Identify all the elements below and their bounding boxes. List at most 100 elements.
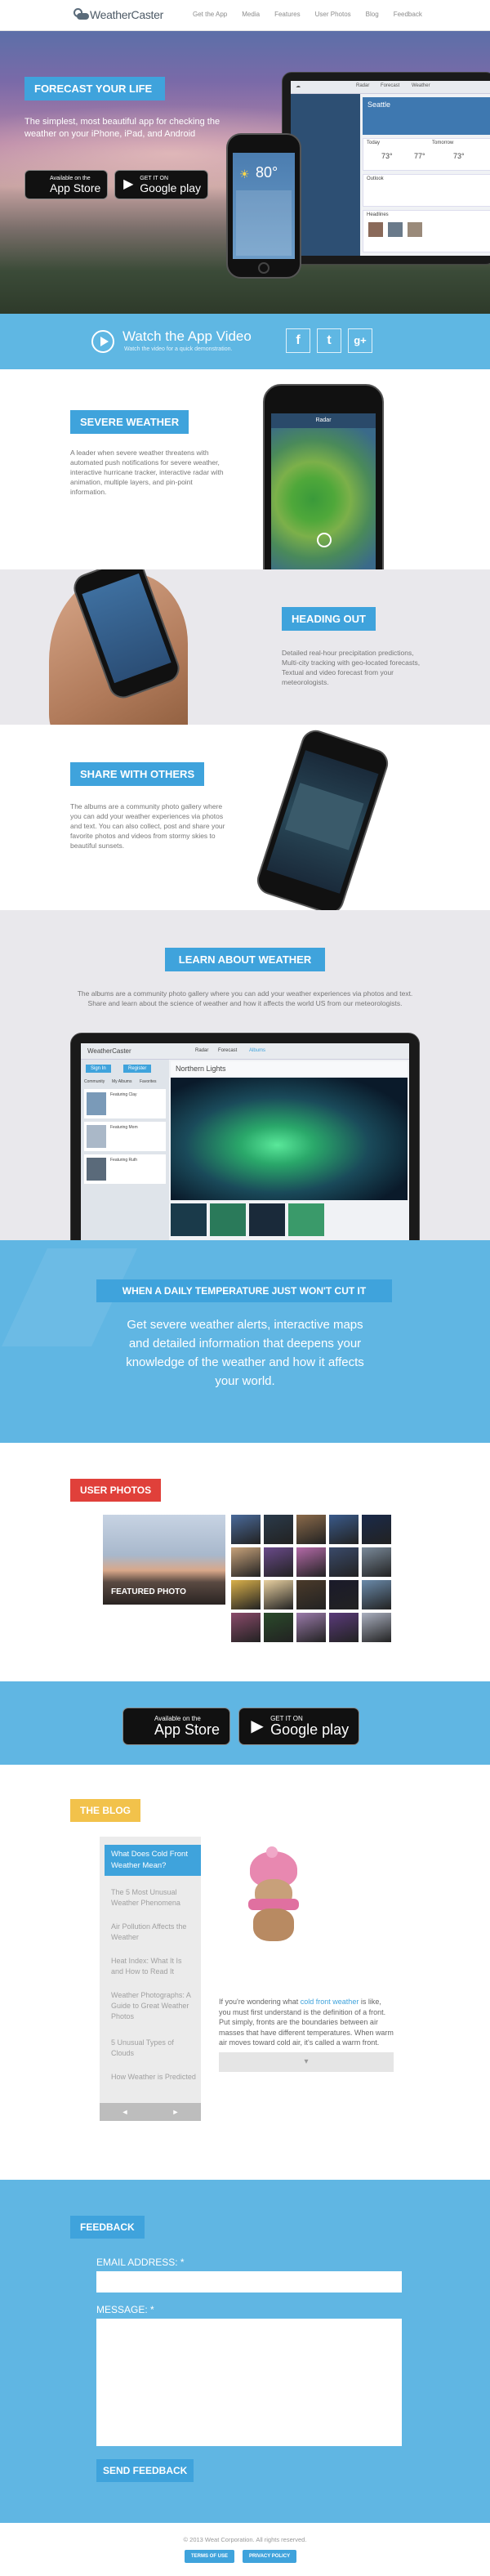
- filter-favorites[interactable]: Favorites: [140, 1079, 157, 1084]
- nav-link-media[interactable]: Media: [242, 11, 260, 18]
- logo[interactable]: WeatherCaster: [72, 7, 163, 23]
- severe-phone-screen: Radar: [271, 413, 376, 569]
- app-store-button-large[interactable]: Available on the App Store: [122, 1708, 231, 1745]
- severe-phone-mockup: Radar: [263, 384, 384, 569]
- photo-thumbnail[interactable]: [296, 1547, 326, 1577]
- blog-post-item[interactable]: Heat Index: What It Is and How to Read I…: [111, 1956, 196, 1977]
- photo-thumbnail[interactable]: [296, 1580, 326, 1609]
- album-thumb[interactable]: [171, 1203, 207, 1236]
- message-field[interactable]: [96, 2319, 402, 2446]
- nav-link-features[interactable]: Features: [274, 11, 301, 18]
- share-phone-screen: [266, 750, 379, 894]
- photo-thumbnail-grid: [231, 1515, 391, 1642]
- photo-thumbnail[interactable]: [362, 1547, 391, 1577]
- twitter-icon[interactable]: t: [317, 328, 341, 353]
- video-subtitle: Watch the video for a quick demonstratio…: [124, 346, 233, 352]
- learn-tablet-mockup: WeatherCaster Radar Forecast Albums Sign…: [70, 1033, 420, 1240]
- logo-sun-cloud-icon: [72, 7, 90, 23]
- aurora-photo[interactable]: [171, 1078, 408, 1200]
- album-list-item[interactable]: Featuring Clay: [84, 1089, 166, 1118]
- top-nav: WeatherCaster Get the App Media Features…: [0, 0, 490, 31]
- photo-thumbnail[interactable]: [362, 1580, 391, 1609]
- album-list-item[interactable]: Featuring Ruth: [84, 1154, 166, 1184]
- prev-arrow-icon[interactable]: ◄: [122, 2108, 129, 2116]
- blog-post-item[interactable]: The 5 Most Unusual Weather Phenomena: [111, 1887, 196, 1909]
- tablet-tab-forecast[interactable]: Forecast: [381, 83, 399, 88]
- nav-link-get-the-app[interactable]: Get the App: [193, 11, 227, 18]
- page: WeatherCaster Get the App Media Features…: [0, 0, 490, 2576]
- privacy-policy-button[interactable]: PRIVACY POLICY: [243, 2550, 297, 2563]
- photo-thumbnail[interactable]: [329, 1515, 359, 1544]
- photo-thumbnail[interactable]: [329, 1547, 359, 1577]
- next-arrow-icon[interactable]: ►: [172, 2108, 180, 2116]
- photo-thumbnail[interactable]: [231, 1613, 261, 1642]
- footer-links: TERMS OF USE PRIVACY POLICY: [185, 2550, 297, 2563]
- photo-thumbnail[interactable]: [264, 1613, 293, 1642]
- featured-photo[interactable]: FEATURED PHOTO: [103, 1515, 225, 1605]
- photo-thumbnail[interactable]: [264, 1547, 293, 1577]
- logo-text: WeatherCaster: [90, 8, 163, 21]
- photo-thumbnail[interactable]: [231, 1547, 261, 1577]
- email-field[interactable]: [96, 2271, 402, 2293]
- share-phone-mockup: [253, 726, 392, 910]
- album-sidebar: Sign In Register Community My Albums Fav…: [81, 1060, 169, 1240]
- blog-expand-button[interactable]: ▾: [219, 2052, 394, 2072]
- photo-thumbnail[interactable]: [264, 1580, 293, 1609]
- album-list-item[interactable]: Featuring Mom: [84, 1122, 166, 1151]
- learn-tab-forecast[interactable]: Forecast: [218, 1048, 237, 1053]
- blog-post-active[interactable]: What Does Cold Front Weather Mean?: [105, 1845, 201, 1876]
- nav-link-user-photos[interactable]: User Photos: [315, 11, 351, 18]
- tablet-city-card: Seattle: [363, 97, 490, 135]
- app-store-button[interactable]: Available on the App Store: [24, 170, 109, 199]
- photo-thumbnail[interactable]: [264, 1515, 293, 1544]
- facebook-icon[interactable]: f: [286, 328, 310, 353]
- photo-thumbnail[interactable]: [296, 1613, 326, 1642]
- photo-thumbnail[interactable]: [231, 1515, 261, 1544]
- learn-tab-albums[interactable]: Albums: [249, 1048, 265, 1053]
- nav-link-blog[interactable]: Blog: [366, 11, 379, 18]
- severe-weather-title: SEVERE WEATHER: [70, 410, 189, 434]
- photo-thumbnail[interactable]: [296, 1515, 326, 1544]
- blog-post-item[interactable]: Air Pollution Affects the Weather: [111, 1922, 196, 1943]
- copyright-text: © 2013 Weat Corporation. All rights rese…: [183, 2536, 307, 2543]
- google-play-icon: ▶: [251, 1717, 264, 1735]
- photo-thumbnail[interactable]: [362, 1613, 391, 1642]
- blog-post-item[interactable]: Weather Photographs: A Guide to Great We…: [111, 1990, 196, 2022]
- heading-out-section: HEADING OUT Detailed real-hour precipita…: [0, 569, 490, 725]
- hero-phone-screen: ☀ 80°: [233, 153, 295, 259]
- register-button[interactable]: Register: [123, 1065, 152, 1073]
- photo-thumbnail[interactable]: [231, 1580, 261, 1609]
- google-play-button-large[interactable]: ▶ GET IT ON Google play: [238, 1708, 360, 1745]
- radar-location-icon: [317, 533, 332, 547]
- album-thumb[interactable]: [249, 1203, 285, 1236]
- filter-community[interactable]: Community: [84, 1079, 105, 1084]
- video-title[interactable]: Watch the App Video: [122, 328, 252, 345]
- sign-in-button[interactable]: Sign In: [86, 1065, 111, 1073]
- tablet-tab-radar[interactable]: Radar: [356, 83, 369, 88]
- photo-thumbnail[interactable]: [329, 1580, 359, 1609]
- blog-post-item[interactable]: 5 Unusual Types of Clouds: [111, 2038, 196, 2059]
- album-thumb[interactable]: [288, 1203, 324, 1236]
- radar-map[interactable]: [271, 428, 376, 569]
- send-feedback-button[interactable]: SEND FEEDBACK: [96, 2459, 194, 2482]
- photo-thumbnail[interactable]: [362, 1515, 391, 1544]
- learn-text: The albums are a community photo gallery…: [77, 989, 413, 1007]
- terms-of-use-button[interactable]: TERMS OF USE: [185, 2550, 235, 2563]
- filter-my-albums[interactable]: My Albums: [112, 1079, 131, 1084]
- heading-out-text: Detailed real-hour precipitation predict…: [282, 649, 421, 686]
- photo-thumbnail[interactable]: [329, 1613, 359, 1642]
- google-play-button[interactable]: ▶ GET IT ON Google play: [114, 170, 208, 199]
- play-icon[interactable]: [91, 330, 114, 353]
- tablet-tab-weather[interactable]: Weather: [412, 83, 430, 88]
- album-thumb[interactable]: [210, 1203, 246, 1236]
- google-big-text: Google play: [270, 1721, 350, 1738]
- share-section: SHARE WITH OTHERS The albums are a commu…: [0, 725, 490, 910]
- learn-section: LEARN ABOUT WEATHER WeatherCaster Radar …: [0, 910, 490, 1240]
- hero-subtitle: The simplest, most beautiful app for che…: [24, 117, 220, 139]
- learn-app-bar: WeatherCaster Radar Forecast Albums: [81, 1043, 409, 1060]
- learn-tab-radar[interactable]: Radar: [195, 1048, 208, 1053]
- blog-excerpt-link[interactable]: cold front weather: [301, 1998, 359, 2006]
- blog-post-item[interactable]: How Weather is Predicted: [111, 2072, 196, 2083]
- nav-link-feedback[interactable]: Feedback: [394, 11, 422, 18]
- google-plus-icon[interactable]: g+: [348, 328, 372, 353]
